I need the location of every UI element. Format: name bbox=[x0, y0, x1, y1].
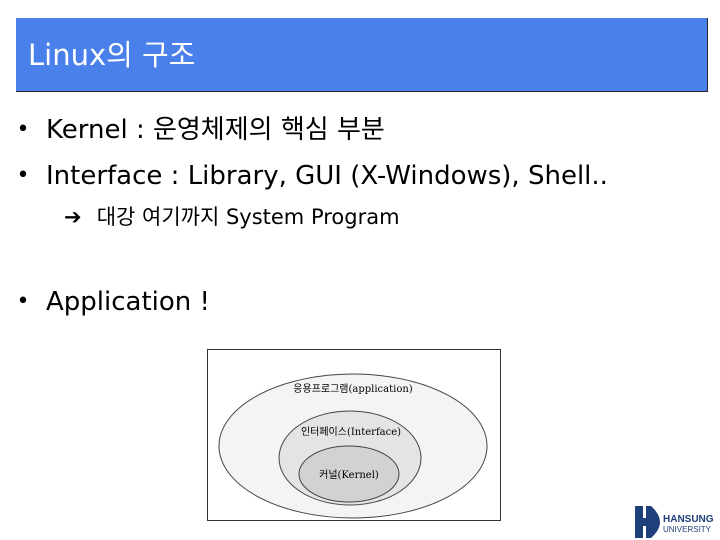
diagram-svg: 응용프로그램(application) 인터페이스(Interface) 커널(… bbox=[218, 373, 488, 519]
sub-bullet-system-program: ➔ 대강 여기까지 System Program bbox=[64, 202, 400, 232]
arrow-icon: ➔ bbox=[64, 205, 82, 229]
linux-structure-diagram: 응용프로그램(application) 인터페이스(Interface) 커널(… bbox=[207, 349, 501, 521]
bullet-marker: • bbox=[16, 163, 30, 188]
application-label: 응용프로그램(application) bbox=[293, 383, 413, 395]
hansung-university-logo: HANSUNG UNIVERSITY bbox=[635, 506, 714, 538]
logo-line2: UNIVERSITY bbox=[663, 525, 712, 534]
kernel-label: 커널(Kernel) bbox=[319, 469, 379, 481]
logo-line1: HANSUNG bbox=[663, 514, 714, 525]
interface-label: 인터페이스(Interface) bbox=[301, 426, 401, 438]
bullet-text: Interface : Library, GUI (X-Windows), Sh… bbox=[46, 161, 608, 191]
sub-bullet-text: 대강 여기까지 System Program bbox=[96, 205, 400, 229]
bullet-marker: • bbox=[16, 289, 30, 314]
bullet-marker: • bbox=[16, 117, 30, 142]
slide-title: Linux의 구조 bbox=[28, 38, 196, 72]
logo-mark-icon bbox=[635, 506, 660, 538]
bullet-text: Kernel : 운영체제의 핵심 부분 bbox=[46, 115, 385, 145]
bullet-text: Application ! bbox=[46, 287, 210, 317]
title-bar: Linux의 구조 bbox=[16, 18, 708, 92]
